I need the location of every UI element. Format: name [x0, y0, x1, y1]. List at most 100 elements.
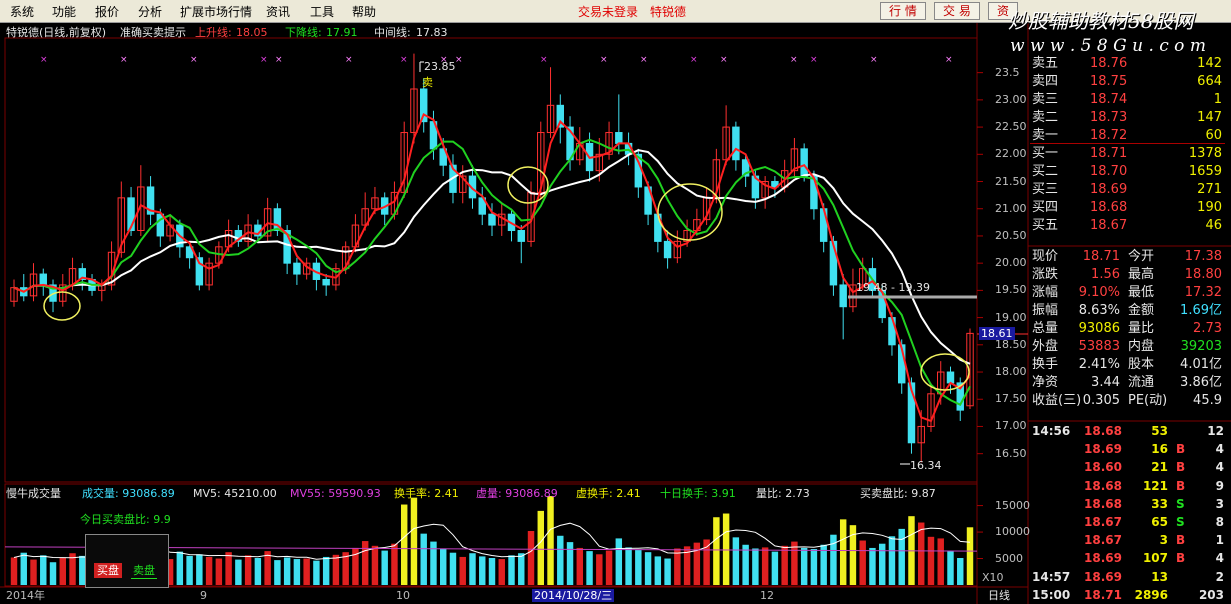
highlight-circle — [920, 353, 970, 391]
volume-bar — [20, 552, 27, 585]
menu-tools[interactable]: 工具 — [310, 3, 334, 20]
volume-bar — [440, 548, 447, 585]
buy-volume-button[interactable]: 买盘 — [94, 563, 122, 578]
menu-help[interactable]: 帮助 — [352, 3, 376, 20]
volume-bar — [40, 555, 47, 585]
quote-value: 8.63% — [1078, 303, 1120, 318]
price-axis-label: 23.00 — [995, 92, 1027, 106]
volume-bar — [322, 556, 330, 585]
price-axis-label: 21.50 — [995, 174, 1027, 188]
mv55-value: MV55: 59590.93 — [290, 487, 381, 500]
candle-body — [839, 284, 847, 308]
tick-flag: S — [1176, 515, 1185, 529]
order-book-qty: 1378 — [1188, 146, 1222, 161]
quote-row: 换手 2.41% 股本 4.01亿 — [1032, 356, 1222, 373]
tick-flag: B — [1176, 478, 1186, 493]
signal-marker: × — [275, 55, 283, 65]
menu-ext-market[interactable]: 扩展市场行情 — [180, 3, 252, 20]
order-book-qty: 1 — [1213, 92, 1222, 107]
volume-bar — [635, 550, 642, 585]
volume-bar — [313, 560, 320, 585]
signal-marker: × — [600, 55, 608, 65]
volume-bar — [693, 542, 701, 585]
order-book-label: 买三 — [1032, 182, 1059, 197]
quote-label: 量比 — [1128, 321, 1155, 336]
volume-bar — [254, 558, 262, 585]
menu-analysis[interactable]: 分析 — [138, 3, 162, 20]
indicator-name: 准确买卖提示 — [120, 26, 186, 39]
menu-function[interactable]: 功能 — [52, 3, 76, 20]
signal-marker: × — [540, 55, 548, 65]
tick-flag: B — [1176, 533, 1186, 548]
tick-row: 15:00 18.71 2896 203 — [1032, 587, 1224, 603]
quote-value: 39203 — [1180, 339, 1222, 354]
mv5-value: MV5: 45210.00 — [193, 487, 277, 500]
tick-qty: 65 — [1151, 515, 1168, 529]
volume-axis-label: 15000 — [995, 498, 1030, 512]
lower-line-value: 17.91 — [326, 26, 358, 39]
order-book-label: 卖三 — [1032, 92, 1059, 107]
volume-bar — [508, 555, 515, 585]
volume-bar — [703, 539, 710, 585]
quote-value: 3.86亿 — [1180, 375, 1222, 390]
volume-bar — [186, 555, 193, 585]
tick-row: 14:57 18.69 13 2 — [1032, 569, 1224, 585]
period-label[interactable]: 日线 — [988, 589, 1010, 602]
volume-ratio-value: 量比: 2.73 — [756, 487, 810, 500]
signal-marker: × — [120, 55, 128, 65]
menu-info[interactable]: 资讯 — [266, 3, 290, 20]
tick-qty: 13 — [1151, 569, 1168, 584]
upper-line-value: 18.05 — [236, 26, 268, 39]
tick-price: 18.60 — [1084, 460, 1122, 475]
price-axis-label: 17.50 — [995, 392, 1027, 406]
order-book-qty: 142 — [1197, 56, 1222, 71]
quote-label: 涨幅 — [1032, 285, 1059, 300]
order-book-label: 买一 — [1032, 146, 1059, 161]
tick-price: 18.69 — [1084, 569, 1122, 584]
volume-bar — [10, 557, 18, 585]
quote-button[interactable]: 行 情 — [880, 2, 926, 20]
volume-bar — [752, 548, 759, 585]
quote-label: PE(动) — [1128, 393, 1168, 408]
stock-name-status: 特锐德 — [650, 5, 687, 19]
quote-label: 收益(三) — [1032, 393, 1082, 408]
price-axis-label: 20.00 — [995, 256, 1027, 270]
bid-ask-box — [85, 534, 169, 588]
stock-title: 特锐德(日线,前复权) — [6, 26, 107, 39]
quote-value: 2.73 — [1193, 321, 1222, 336]
candle-body — [156, 213, 165, 237]
price-axis-label: 19.00 — [995, 310, 1027, 324]
order-book-qty: 147 — [1197, 110, 1222, 125]
volume-bar — [205, 556, 213, 585]
volume-bar — [947, 551, 954, 585]
price-axis-label: 19.50 — [995, 283, 1027, 297]
menu-system[interactable]: 系统 — [10, 3, 34, 20]
volume-bar — [576, 547, 584, 585]
band-label: 19.48 - 19.39 — [856, 281, 930, 294]
mid-line-value: 17.83 — [416, 26, 448, 39]
volume-bar — [459, 556, 466, 585]
order-book-row: 买二 18.70 1659 — [1032, 163, 1222, 180]
trade-status: 交易未登录 — [578, 5, 639, 19]
volume-bar — [215, 558, 223, 585]
signal-marker: × — [455, 55, 463, 65]
quote-label: 净资 — [1032, 375, 1059, 390]
candle-body — [39, 273, 47, 286]
price-axis-label: 18.00 — [995, 365, 1027, 379]
price-axis-label: 17.00 — [995, 419, 1027, 433]
sell-volume-button[interactable]: 卖盘 — [131, 563, 157, 579]
quote-label: 振幅 — [1032, 303, 1059, 318]
signal-marker: × — [810, 55, 818, 65]
tick-price: 18.69 — [1084, 551, 1122, 566]
sell-signal-label: 卖 — [422, 76, 433, 89]
tick-qty: 2896 — [1134, 587, 1168, 602]
current-price-tag: 18.61 — [979, 327, 1015, 340]
trade-button[interactable]: 交 易 — [934, 2, 980, 20]
quote-value: 93086 — [1078, 321, 1120, 336]
order-book-price: 18.73 — [1090, 110, 1128, 125]
mid-line-series — [13, 149, 971, 365]
menu-quote[interactable]: 报价 — [95, 3, 119, 20]
volume-axis-label: 5000 — [995, 551, 1023, 565]
candle-body — [293, 262, 301, 275]
order-book-qty: 1659 — [1188, 164, 1222, 179]
